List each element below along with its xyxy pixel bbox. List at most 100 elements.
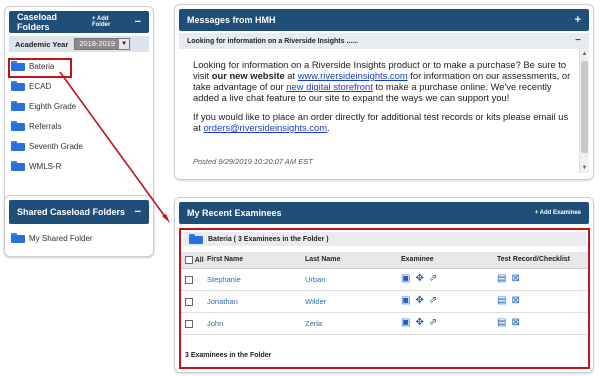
transfer-icon[interactable]: ⇗ bbox=[429, 296, 437, 306]
first-name-cell[interactable]: Jonathan bbox=[207, 290, 305, 313]
delete-test-record-icon[interactable]: ⊠ bbox=[511, 318, 519, 328]
folder-icon bbox=[11, 81, 25, 91]
column-test-record: Test Record/Checklist bbox=[497, 252, 588, 269]
folder-group-row: Bateria ( 3 Examinees in the Folder ) bbox=[183, 232, 586, 246]
move-icon[interactable]: ✥ bbox=[415, 296, 423, 306]
folder-item-ecad[interactable]: ECAD bbox=[5, 76, 153, 96]
scroll-thumb[interactable] bbox=[581, 61, 588, 153]
move-icon[interactable]: ✥ bbox=[415, 318, 423, 328]
messages-header: Messages from HMH + bbox=[179, 9, 589, 31]
folder-icon bbox=[11, 161, 25, 171]
message-bold-text: our new website bbox=[211, 70, 285, 81]
academic-year-select[interactable]: 2018-2019 ▼ bbox=[74, 38, 131, 50]
last-name-cell[interactable]: Zerla bbox=[305, 312, 401, 335]
collapse-caseload-button[interactable]: − bbox=[135, 16, 141, 28]
folder-icon bbox=[189, 234, 203, 244]
folder-label: ECAD bbox=[29, 81, 52, 91]
folder-icon bbox=[11, 233, 25, 243]
caseload-folders-title: Caseload Folders bbox=[17, 12, 58, 32]
move-icon[interactable]: ✥ bbox=[415, 274, 423, 284]
message-subject: Looking for information on a Riverside I… bbox=[187, 37, 359, 45]
scroll-up-icon[interactable]: ▲ bbox=[580, 49, 589, 59]
folder-icon bbox=[11, 141, 25, 151]
academic-year-label: Academic Year bbox=[15, 39, 69, 49]
select-all-checkbox[interactable] bbox=[185, 255, 193, 264]
delete-test-record-icon[interactable]: ⊠ bbox=[511, 274, 519, 284]
folder-item-seventh-grade[interactable]: Seventh Grade bbox=[5, 136, 153, 156]
message-posted-date: Posted 9/29/2019 10:20:07 AM EST bbox=[193, 157, 313, 166]
folder-label: Seventh Grade bbox=[29, 141, 83, 151]
add-test-record-icon[interactable]: ▤ bbox=[497, 274, 506, 284]
recent-examinees-panel: My Recent Examinees + Add Examinee Bater… bbox=[174, 197, 594, 373]
folder-item-wmls-r[interactable]: WMLS-R bbox=[5, 156, 153, 176]
academic-year-value: 2018-2019 bbox=[75, 39, 120, 49]
collapse-shared-button[interactable]: − bbox=[135, 206, 141, 218]
select-all-header: All bbox=[181, 252, 207, 269]
column-last-name[interactable]: Last Name bbox=[305, 252, 401, 269]
column-examinee: Examinee bbox=[401, 252, 497, 269]
edit-examinee-icon[interactable]: ▣ bbox=[401, 274, 410, 284]
edit-examinee-icon[interactable]: ▣ bbox=[401, 296, 410, 306]
selected-folder-highlight bbox=[8, 58, 72, 78]
examinee-count-footer: 3 Examinees in the Folder bbox=[185, 352, 272, 359]
message-text: . bbox=[327, 122, 330, 133]
message-paragraph-2: If you would like to place an order dire… bbox=[193, 111, 575, 133]
folder-label: Eighth Grade bbox=[29, 101, 77, 111]
shared-folders-header: Shared Caseload Folders − bbox=[9, 200, 149, 224]
messages-title: Messages from HMH bbox=[187, 15, 276, 25]
examinees-highlight-box: Bateria ( 3 Examinees in the Folder ) Al… bbox=[179, 228, 590, 369]
arrow-head bbox=[162, 214, 170, 223]
folder-item-referrals[interactable]: Referrals bbox=[5, 116, 153, 136]
website-link[interactable]: www.riversideinsights.com bbox=[298, 70, 408, 81]
message-paragraph-1: Looking for information on a Riverside I… bbox=[193, 59, 575, 103]
academic-year-row: Academic Year 2018-2019 ▼ bbox=[9, 36, 149, 52]
recent-examinees-header: My Recent Examinees + Add Examinee bbox=[179, 202, 589, 224]
last-name-cell[interactable]: Urban bbox=[305, 268, 401, 291]
orders-email-link[interactable]: orders@riversideinsights.com bbox=[203, 122, 327, 133]
storefront-link[interactable]: new digital storefront bbox=[286, 81, 373, 92]
collapse-message-button[interactable]: − bbox=[575, 36, 581, 46]
row-checkbox[interactable] bbox=[185, 275, 193, 284]
caseload-folders-header: Caseload Folders + Add Folder − bbox=[9, 11, 149, 33]
folder-label: My Shared Folder bbox=[29, 233, 93, 243]
folder-item-eighth-grade[interactable]: Eighth Grade bbox=[5, 96, 153, 116]
chevron-down-icon: ▼ bbox=[121, 41, 128, 47]
message-subject-row[interactable]: Looking for information on a Riverside I… bbox=[179, 33, 589, 49]
add-folder-button[interactable]: + Add Folder bbox=[92, 16, 129, 28]
examinees-table: All First Name Last Name Examinee Test R… bbox=[181, 252, 588, 335]
add-test-record-icon[interactable]: ▤ bbox=[497, 296, 506, 306]
folder-icon bbox=[11, 101, 25, 111]
message-scrollbar[interactable]: ▲ ▼ bbox=[579, 49, 589, 173]
add-examinee-button[interactable]: + Add Examinee bbox=[535, 210, 581, 216]
messages-panel: Messages from HMH + Looking for informat… bbox=[174, 4, 594, 180]
app-root: Caseload Folders + Add Folder − Academic… bbox=[0, 0, 600, 376]
folder-label: Referrals bbox=[29, 121, 62, 131]
row-checkbox[interactable] bbox=[185, 319, 193, 328]
table-row: John Zerla ▣ ✥ ⇗ ▤ ⊠ bbox=[181, 312, 588, 335]
recent-examinees-title: My Recent Examinees bbox=[187, 208, 282, 218]
row-checkbox[interactable] bbox=[185, 297, 193, 306]
folder-item-my-shared[interactable]: My Shared Folder bbox=[5, 228, 153, 248]
shared-folders-panel: Shared Caseload Folders − My Shared Fold… bbox=[4, 195, 154, 257]
transfer-icon[interactable]: ⇗ bbox=[429, 318, 437, 328]
column-first-name[interactable]: First Name bbox=[207, 252, 305, 269]
transfer-icon[interactable]: ⇗ bbox=[429, 274, 437, 284]
first-name-cell[interactable]: Stephanie bbox=[207, 268, 305, 291]
folder-label: WMLS-R bbox=[29, 161, 62, 171]
first-name-cell[interactable]: John bbox=[207, 312, 305, 335]
add-test-record-icon[interactable]: ▤ bbox=[497, 318, 506, 328]
folder-group-label: Bateria ( 3 Examinees in the Folder ) bbox=[208, 235, 329, 243]
last-name-cell[interactable]: Wilder bbox=[305, 290, 401, 313]
message-text: at bbox=[284, 70, 298, 81]
column-all-label: All bbox=[194, 256, 204, 264]
table-header-row: All First Name Last Name Examinee Test R… bbox=[181, 252, 588, 269]
table-row: Stephanie Urban ▣ ✥ ⇗ ▤ ⊠ bbox=[181, 268, 588, 291]
shared-folders-title: Shared Caseload Folders bbox=[17, 207, 126, 217]
message-body: Looking for information on a Riverside I… bbox=[179, 49, 589, 173]
scroll-down-icon[interactable]: ▼ bbox=[580, 163, 589, 173]
table-row: Jonathan Wilder ▣ ✥ ⇗ ▤ ⊠ bbox=[181, 290, 588, 313]
edit-examinee-icon[interactable]: ▣ bbox=[401, 318, 410, 328]
delete-test-record-icon[interactable]: ⊠ bbox=[511, 296, 519, 306]
expand-messages-button[interactable]: + bbox=[575, 14, 581, 26]
folder-icon bbox=[11, 121, 25, 131]
